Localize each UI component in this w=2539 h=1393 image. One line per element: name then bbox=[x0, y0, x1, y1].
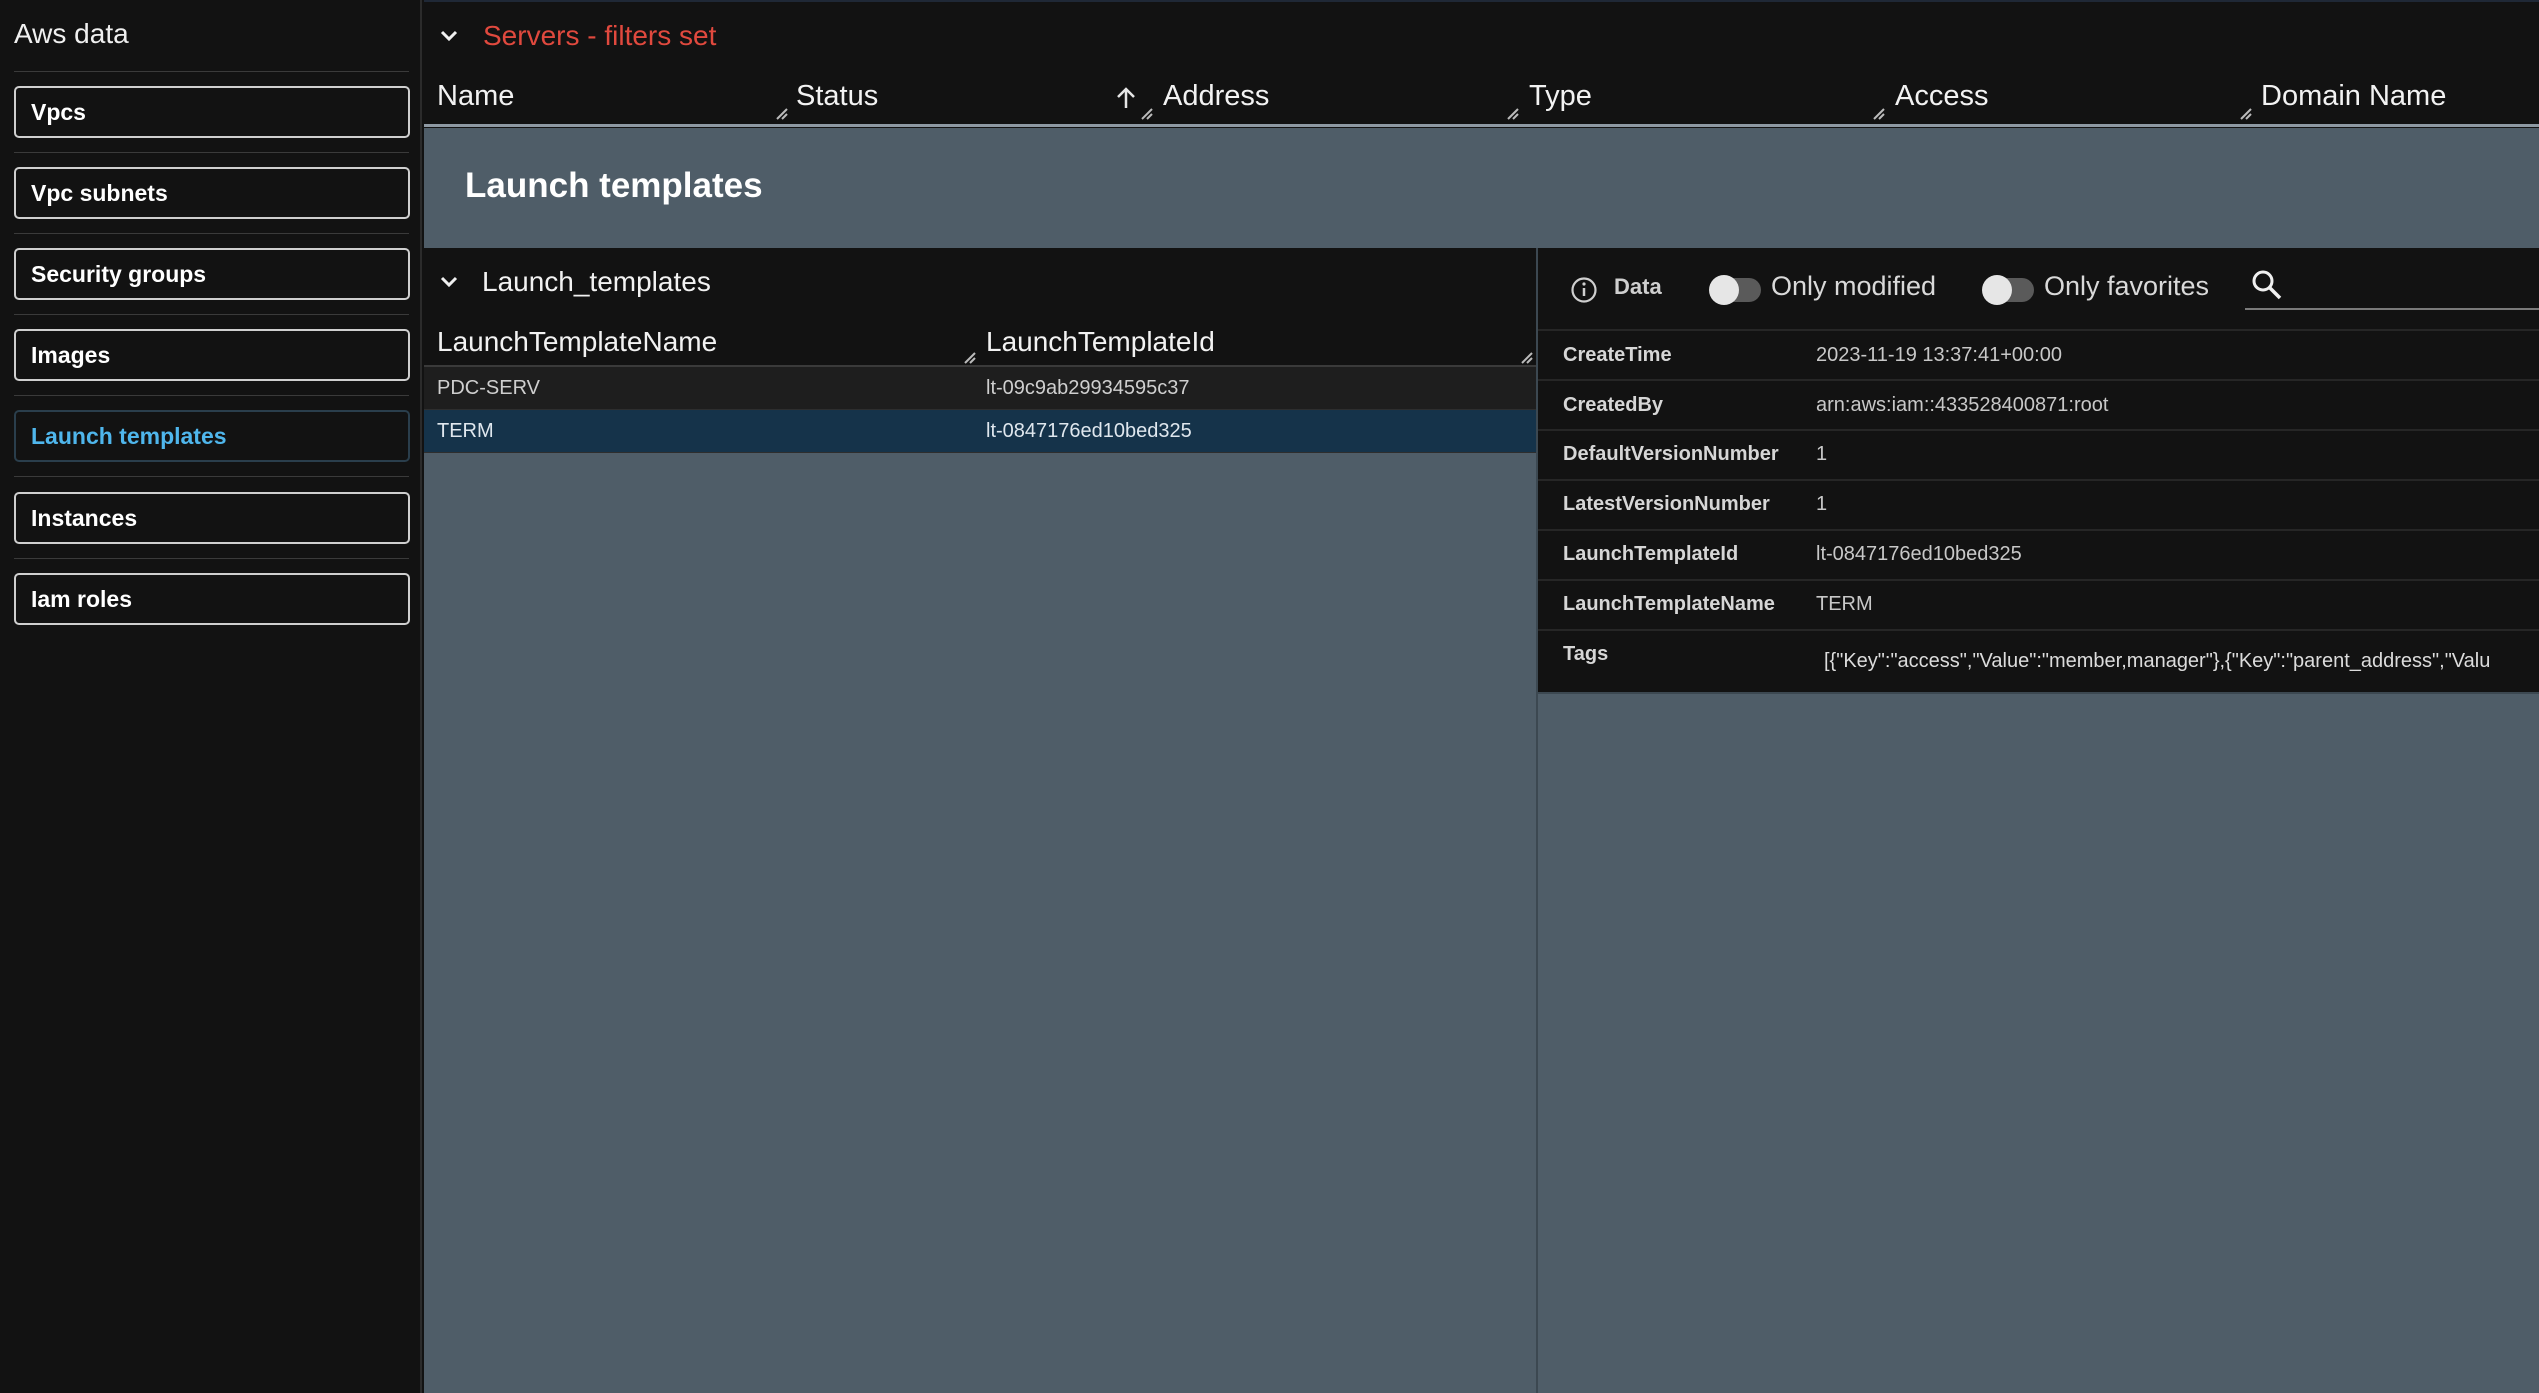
field-value[interactable]: 2023-11-19 13:37:41+00:00 bbox=[1816, 344, 2062, 367]
resize-grip-icon[interactable] bbox=[2240, 108, 2252, 120]
divider bbox=[14, 233, 409, 234]
servers-panel-title[interactable]: Servers - filters set bbox=[483, 20, 716, 52]
sort-ascending-icon[interactable] bbox=[1114, 86, 1138, 110]
cell-launch-template-id: lt-09c9ab29934595c37 bbox=[986, 377, 1190, 399]
toggle-knob bbox=[1982, 275, 2012, 305]
divider bbox=[424, 452, 1536, 453]
cell-launch-template-id: lt-0847176ed10bed325 bbox=[986, 420, 1192, 442]
cell-launch-template-name: PDC-SERV bbox=[437, 377, 540, 399]
divider bbox=[1538, 429, 2539, 431]
sidebar-item-iam-roles[interactable]: Iam roles bbox=[14, 573, 410, 625]
field-value[interactable]: lt-0847176ed10bed325 bbox=[1816, 543, 2022, 566]
resize-grip-icon[interactable] bbox=[1873, 108, 1885, 120]
resize-grip-icon[interactable] bbox=[1141, 108, 1153, 120]
field-value[interactable]: 1 bbox=[1816, 443, 1827, 466]
field-key: Tags bbox=[1563, 643, 1609, 665]
divider bbox=[424, 124, 2539, 127]
table-row[interactable]: PDC-SERV lt-09c9ab29934595c37 bbox=[424, 367, 1536, 409]
cell-launch-template-name: TERM bbox=[437, 420, 494, 442]
field-value[interactable]: 1 bbox=[1816, 493, 1827, 516]
only-favorites-toggle[interactable] bbox=[1982, 275, 2034, 305]
detail-toolbar bbox=[1538, 248, 2539, 330]
column-header-access[interactable]: Access bbox=[1895, 80, 1988, 113]
column-header-launch-template-name[interactable]: LaunchTemplateName bbox=[437, 326, 717, 358]
data-tab-label[interactable]: Data bbox=[1614, 274, 1662, 300]
divider bbox=[1538, 479, 2539, 481]
sidebar-item-images[interactable]: Images bbox=[14, 329, 410, 381]
only-favorites-label[interactable]: Only favorites bbox=[2044, 271, 2209, 302]
divider bbox=[14, 71, 409, 72]
divider bbox=[14, 314, 409, 315]
resize-grip-icon[interactable] bbox=[964, 352, 976, 364]
column-header-address[interactable]: Address bbox=[1163, 80, 1269, 113]
divider bbox=[1538, 329, 2539, 331]
field-value[interactable]: TERM bbox=[1816, 593, 1873, 616]
divider bbox=[1538, 692, 2539, 694]
table-row[interactable]: TERM lt-0847176ed10bed325 bbox=[424, 410, 1536, 452]
page-title: Launch templates bbox=[465, 166, 763, 205]
resize-grip-icon[interactable] bbox=[776, 108, 788, 120]
field-value-tags[interactable]: [{"Key":"access","Value":"member,manager… bbox=[1824, 650, 2539, 673]
sidebar-item-security-groups[interactable]: Security groups bbox=[14, 248, 410, 300]
sidebar-title: Aws data bbox=[14, 18, 129, 49]
field-key: LaunchTemplateId bbox=[1563, 543, 1739, 565]
sidebar-item-vpcs[interactable]: Vpcs bbox=[14, 86, 410, 138]
app-root: Aws data Vpcs Vpc subnets Security group… bbox=[0, 0, 2539, 1393]
chevron-down-icon[interactable] bbox=[439, 26, 459, 46]
column-header-domain-name[interactable]: Domain Name bbox=[2261, 80, 2446, 113]
divider bbox=[14, 558, 409, 559]
divider bbox=[1538, 579, 2539, 581]
field-key: DefaultVersionNumber bbox=[1563, 443, 1779, 465]
divider bbox=[14, 476, 409, 477]
chevron-down-icon[interactable] bbox=[439, 272, 459, 292]
sidebar-item-launch-templates[interactable]: Launch templates bbox=[14, 410, 410, 462]
divider bbox=[14, 152, 409, 153]
field-value[interactable]: arn:aws:iam::433528400871:root bbox=[1816, 394, 2108, 417]
divider bbox=[1538, 529, 2539, 531]
column-header-status[interactable]: Status bbox=[796, 80, 878, 113]
column-header-type[interactable]: Type bbox=[1529, 80, 1592, 113]
search-input[interactable] bbox=[2245, 308, 2539, 310]
sidebar-item-instances[interactable]: Instances bbox=[14, 492, 410, 544]
servers-panel bbox=[424, 0, 2539, 128]
toggle-knob bbox=[1709, 275, 1739, 305]
field-key: LatestVersionNumber bbox=[1563, 493, 1770, 515]
column-header-launch-template-id[interactable]: LaunchTemplateId bbox=[986, 326, 1215, 358]
only-modified-label[interactable]: Only modified bbox=[1771, 271, 1936, 302]
divider bbox=[14, 395, 409, 396]
field-key: CreatedBy bbox=[1563, 394, 1664, 416]
only-modified-toggle[interactable] bbox=[1709, 275, 1761, 305]
field-key: CreateTime bbox=[1563, 344, 1672, 366]
sidebar: Aws data Vpcs Vpc subnets Security group… bbox=[0, 0, 422, 1393]
divider bbox=[1538, 379, 2539, 381]
divider bbox=[1538, 629, 2539, 631]
info-icon[interactable] bbox=[1570, 276, 1598, 304]
field-key: LaunchTemplateName bbox=[1563, 593, 1775, 615]
table-title[interactable]: Launch_templates bbox=[482, 266, 711, 298]
resize-grip-icon[interactable] bbox=[1521, 352, 1533, 364]
column-header-name[interactable]: Name bbox=[437, 80, 514, 113]
search-icon[interactable] bbox=[2250, 268, 2284, 302]
resize-grip-icon[interactable] bbox=[1507, 108, 1519, 120]
sidebar-item-vpc-subnets[interactable]: Vpc subnets bbox=[14, 167, 410, 219]
